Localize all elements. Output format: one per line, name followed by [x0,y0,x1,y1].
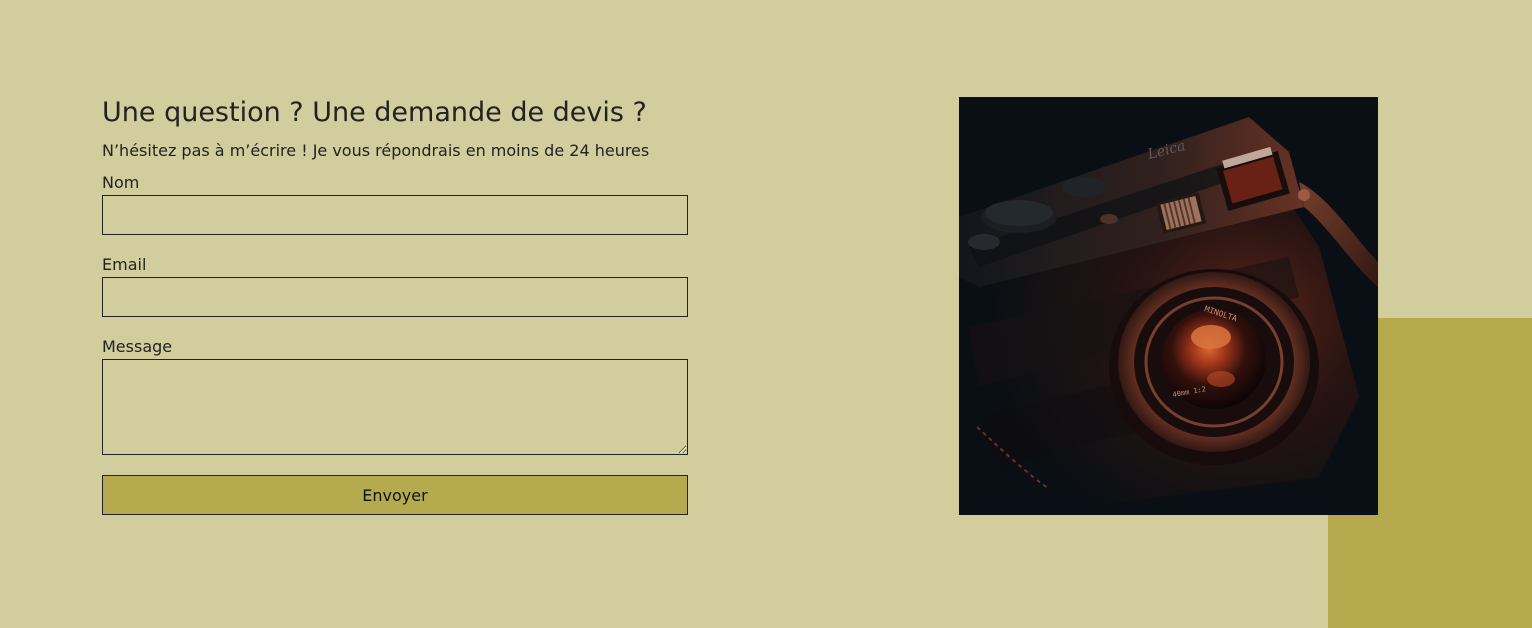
camera-photo: MINOLTA 40mm 1:2 Leica [959,97,1378,515]
contact-form: Une question ? Une demande de devis ? N’… [102,94,688,515]
submit-button[interactable]: Envoyer [102,475,688,515]
email-input[interactable] [102,277,688,317]
message-label: Message [102,337,173,356]
page-subtitle: N’hésitez pas à m’écrire ! Je vous répon… [102,141,650,160]
email-label: Email [102,255,147,274]
name-input[interactable] [102,195,688,235]
page-title: Une question ? Une demande de devis ? [102,97,647,128]
message-textarea[interactable] [102,359,688,455]
name-label: Nom [102,173,140,192]
